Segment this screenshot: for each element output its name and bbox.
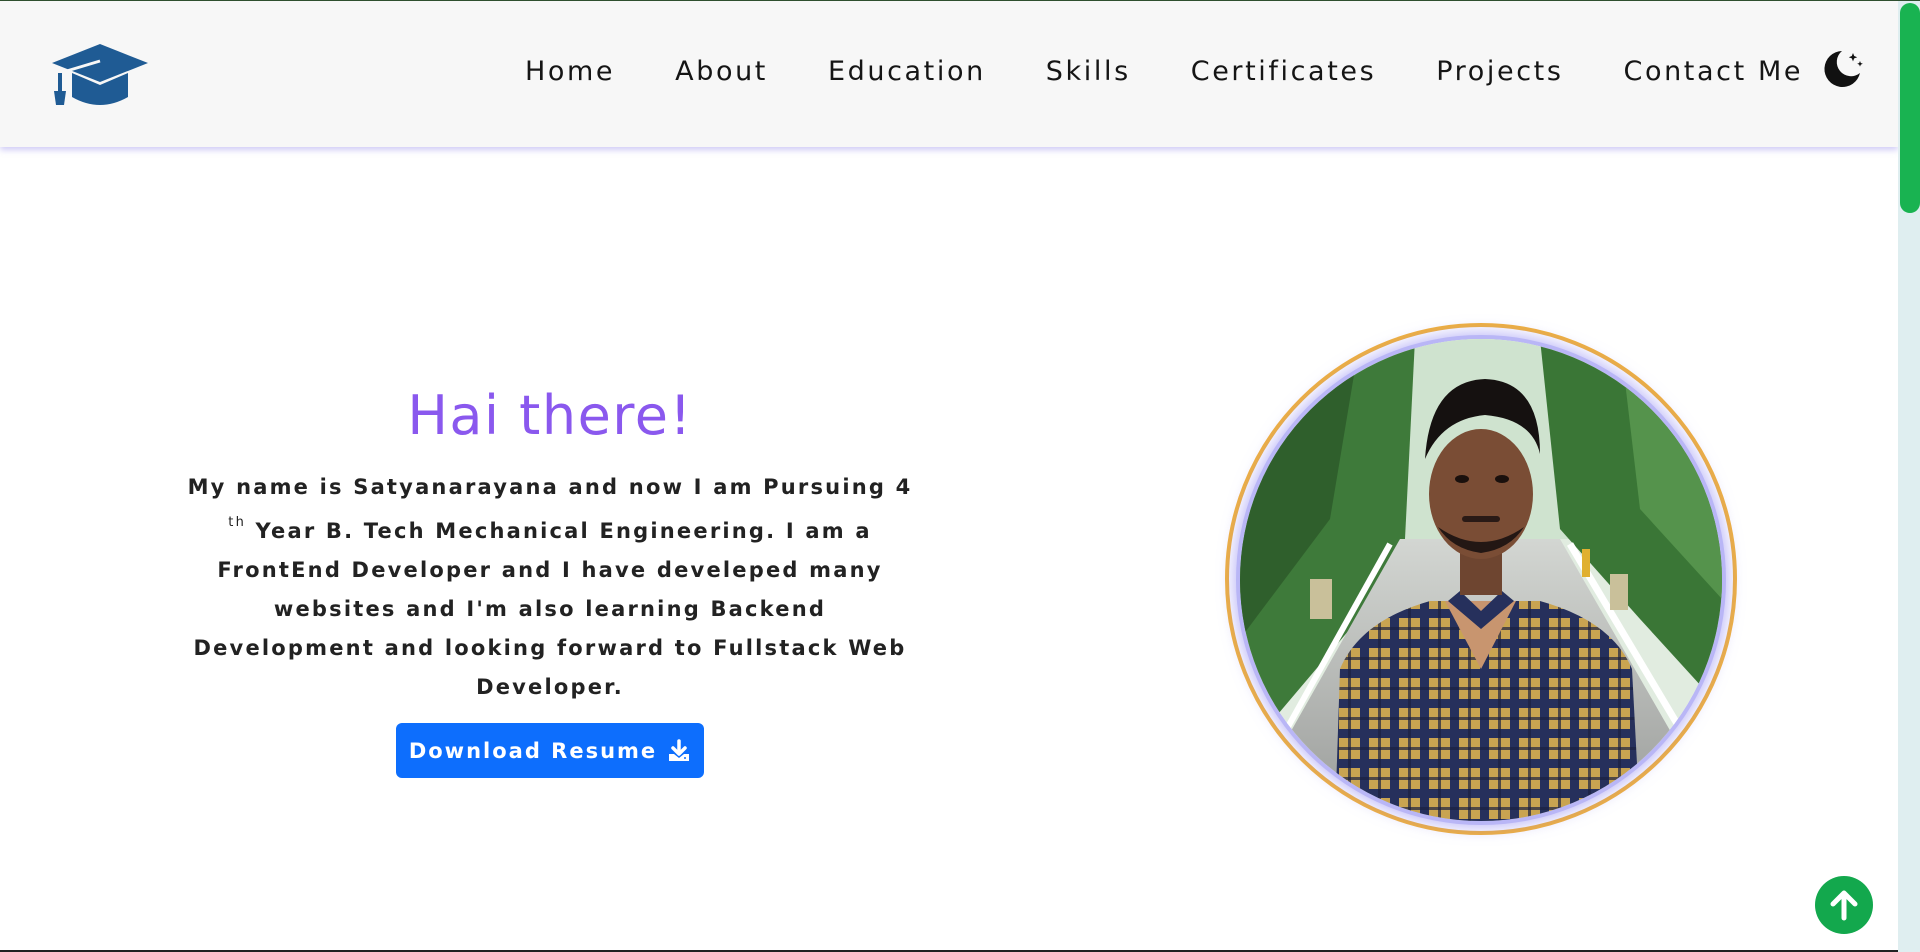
intro-text-part1: My name is Satyanarayana and now I am Pu… — [187, 475, 913, 499]
nav-education-link[interactable]: Education — [828, 56, 986, 87]
nav-skills-link[interactable]: Skills — [1046, 56, 1131, 87]
nav-certificates-link[interactable]: Certificates — [1191, 56, 1377, 87]
nav-contact-link[interactable]: Contact Me — [1624, 56, 1804, 87]
navbar: Home About Education Skills Certificates… — [0, 1, 1898, 147]
theme-toggle-button[interactable] — [1820, 47, 1864, 91]
download-resume-button[interactable]: Download Resume — [396, 723, 704, 778]
graduation-cap-icon — [52, 44, 148, 105]
hero-heading: Hai there! — [407, 384, 693, 447]
download-icon — [669, 738, 690, 761]
hero-intro: Hai there! My name is Satyanarayana and … — [180, 376, 920, 778]
arrow-up-icon — [1830, 890, 1858, 921]
intro-superscript: th — [228, 515, 247, 530]
download-resume-label: Download Resume — [408, 738, 658, 763]
nav-projects-link[interactable]: Projects — [1436, 56, 1563, 87]
hero-paragraph: My name is Satyanarayana and now I am Pu… — [180, 468, 920, 707]
intro-text-part2: Year B. Tech Mechanical Engineering. I a… — [193, 519, 907, 699]
logo-link[interactable] — [50, 41, 150, 111]
nav-about-link[interactable]: About — [675, 56, 768, 87]
nav-home-link[interactable]: Home — [525, 56, 615, 87]
page: Home About Education Skills Certificates… — [0, 0, 1920, 952]
moon-stars-icon — [1824, 51, 1863, 87]
profile-photo-image — [1240, 339, 1722, 821]
scrollbar-thumb[interactable] — [1900, 3, 1920, 213]
profile-photo — [1240, 339, 1722, 821]
main-nav: Home About Education Skills Certificates… — [525, 51, 1803, 91]
scroll-to-top-button[interactable] — [1815, 876, 1873, 934]
